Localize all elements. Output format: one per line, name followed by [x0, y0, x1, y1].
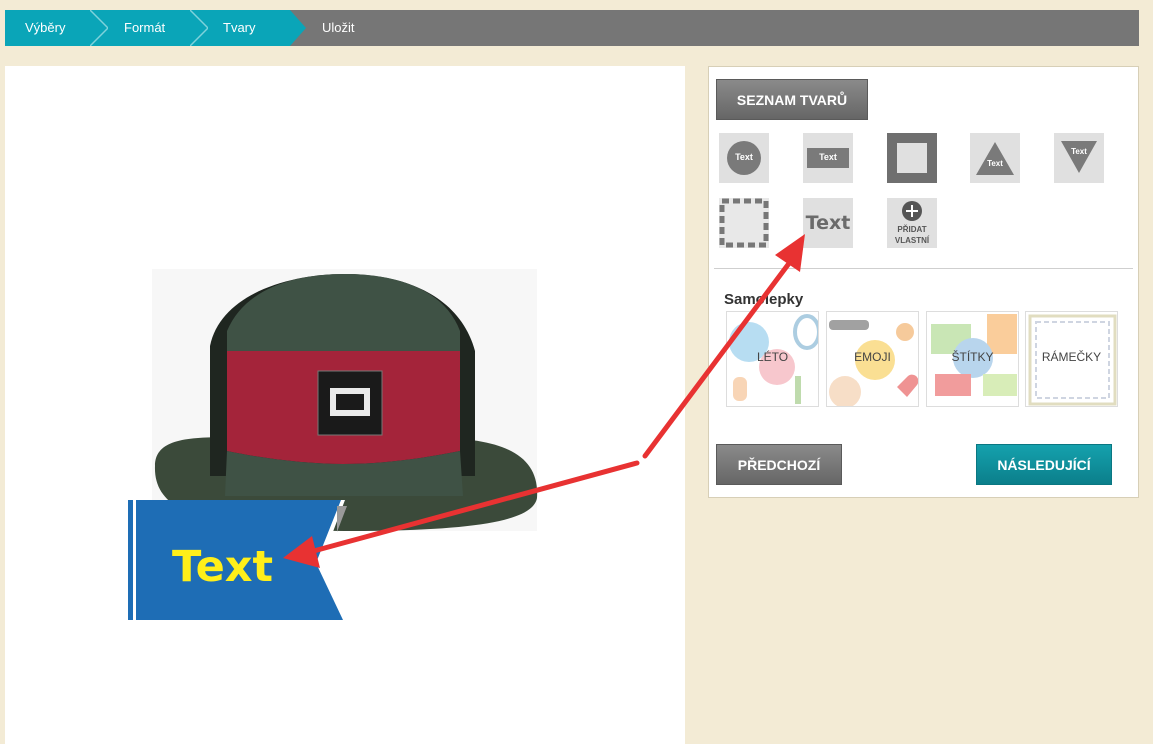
breadcrumb-item-ulozit[interactable]: Uložit: [306, 10, 426, 46]
shapes-panel: SEZNAM TVARŮ Text Text Text Text Text PŘ…: [708, 66, 1139, 498]
shape-text: Text: [735, 152, 753, 162]
divider: [714, 268, 1133, 269]
shape-circle-text[interactable]: Text: [719, 133, 769, 183]
sticker-category-ramecky[interactable]: RÁMEČKY: [1025, 311, 1118, 407]
shape-square-frame[interactable]: [887, 133, 937, 183]
breadcrumb-label: Formát: [124, 20, 166, 35]
breadcrumb-item-tvary[interactable]: Tvary: [208, 10, 290, 46]
sticker-label: LÉTO: [756, 350, 789, 364]
shape-plain-text[interactable]: Text: [803, 198, 853, 248]
hat-image: [152, 269, 538, 531]
add-custom-line2: VLASTNÍ: [894, 236, 930, 245]
breadcrumb-item-vybery[interactable]: Výběry: [5, 10, 90, 46]
breadcrumb-separator: [190, 10, 208, 46]
shape-text: Text: [805, 212, 851, 234]
sticker-category-emoji[interactable]: EMOJI: [826, 311, 919, 407]
square-frame-icon: [897, 143, 927, 173]
next-button[interactable]: NÁSLEDUJÍCÍ: [976, 444, 1112, 485]
sticker-label: ŠTÍTKY: [951, 350, 994, 364]
breadcrumb-label: Výběry: [25, 20, 66, 35]
breadcrumb-separator: [90, 10, 108, 46]
design-canvas[interactable]: Text: [5, 66, 685, 744]
breadcrumb: Výběry Formát Tvary Uložit: [5, 10, 1139, 46]
dashed-frame-icon: [719, 198, 769, 248]
shape-text: Text: [819, 152, 837, 162]
shape-text: Text: [1071, 147, 1087, 156]
triangle-up-icon: [976, 142, 1014, 175]
sticker-label: EMOJI: [854, 350, 891, 364]
previous-button[interactable]: PŘEDCHOZÍ: [716, 444, 842, 485]
shape-triangle-up[interactable]: Text: [970, 133, 1020, 183]
sticker-category-stitky[interactable]: ŠTÍTKY: [926, 311, 1019, 407]
sticker-category-leto[interactable]: LÉTO: [726, 311, 819, 407]
shapes-list-button[interactable]: SEZNAM TVARŮ: [716, 79, 868, 120]
shape-dashed-frame[interactable]: [719, 198, 769, 248]
breadcrumb-label: Tvary: [223, 20, 256, 35]
breadcrumb-label: Uložit: [322, 20, 355, 35]
stickers-title: Samolepky: [724, 291, 804, 308]
ribbon-label-text[interactable]: Text: [172, 542, 273, 592]
breadcrumb-separator: [290, 10, 306, 46]
shape-rectangle-text[interactable]: Text: [803, 133, 853, 183]
shape-add-custom[interactable]: PŘIDAT VLASTNÍ: [887, 198, 937, 248]
triangle-down-icon: [1061, 141, 1097, 173]
shape-triangle-down[interactable]: Text: [1054, 133, 1104, 183]
shape-text: Text: [987, 159, 1003, 168]
sticker-label: RÁMEČKY: [1041, 350, 1102, 364]
add-custom-line1: PŘIDAT: [897, 225, 927, 234]
